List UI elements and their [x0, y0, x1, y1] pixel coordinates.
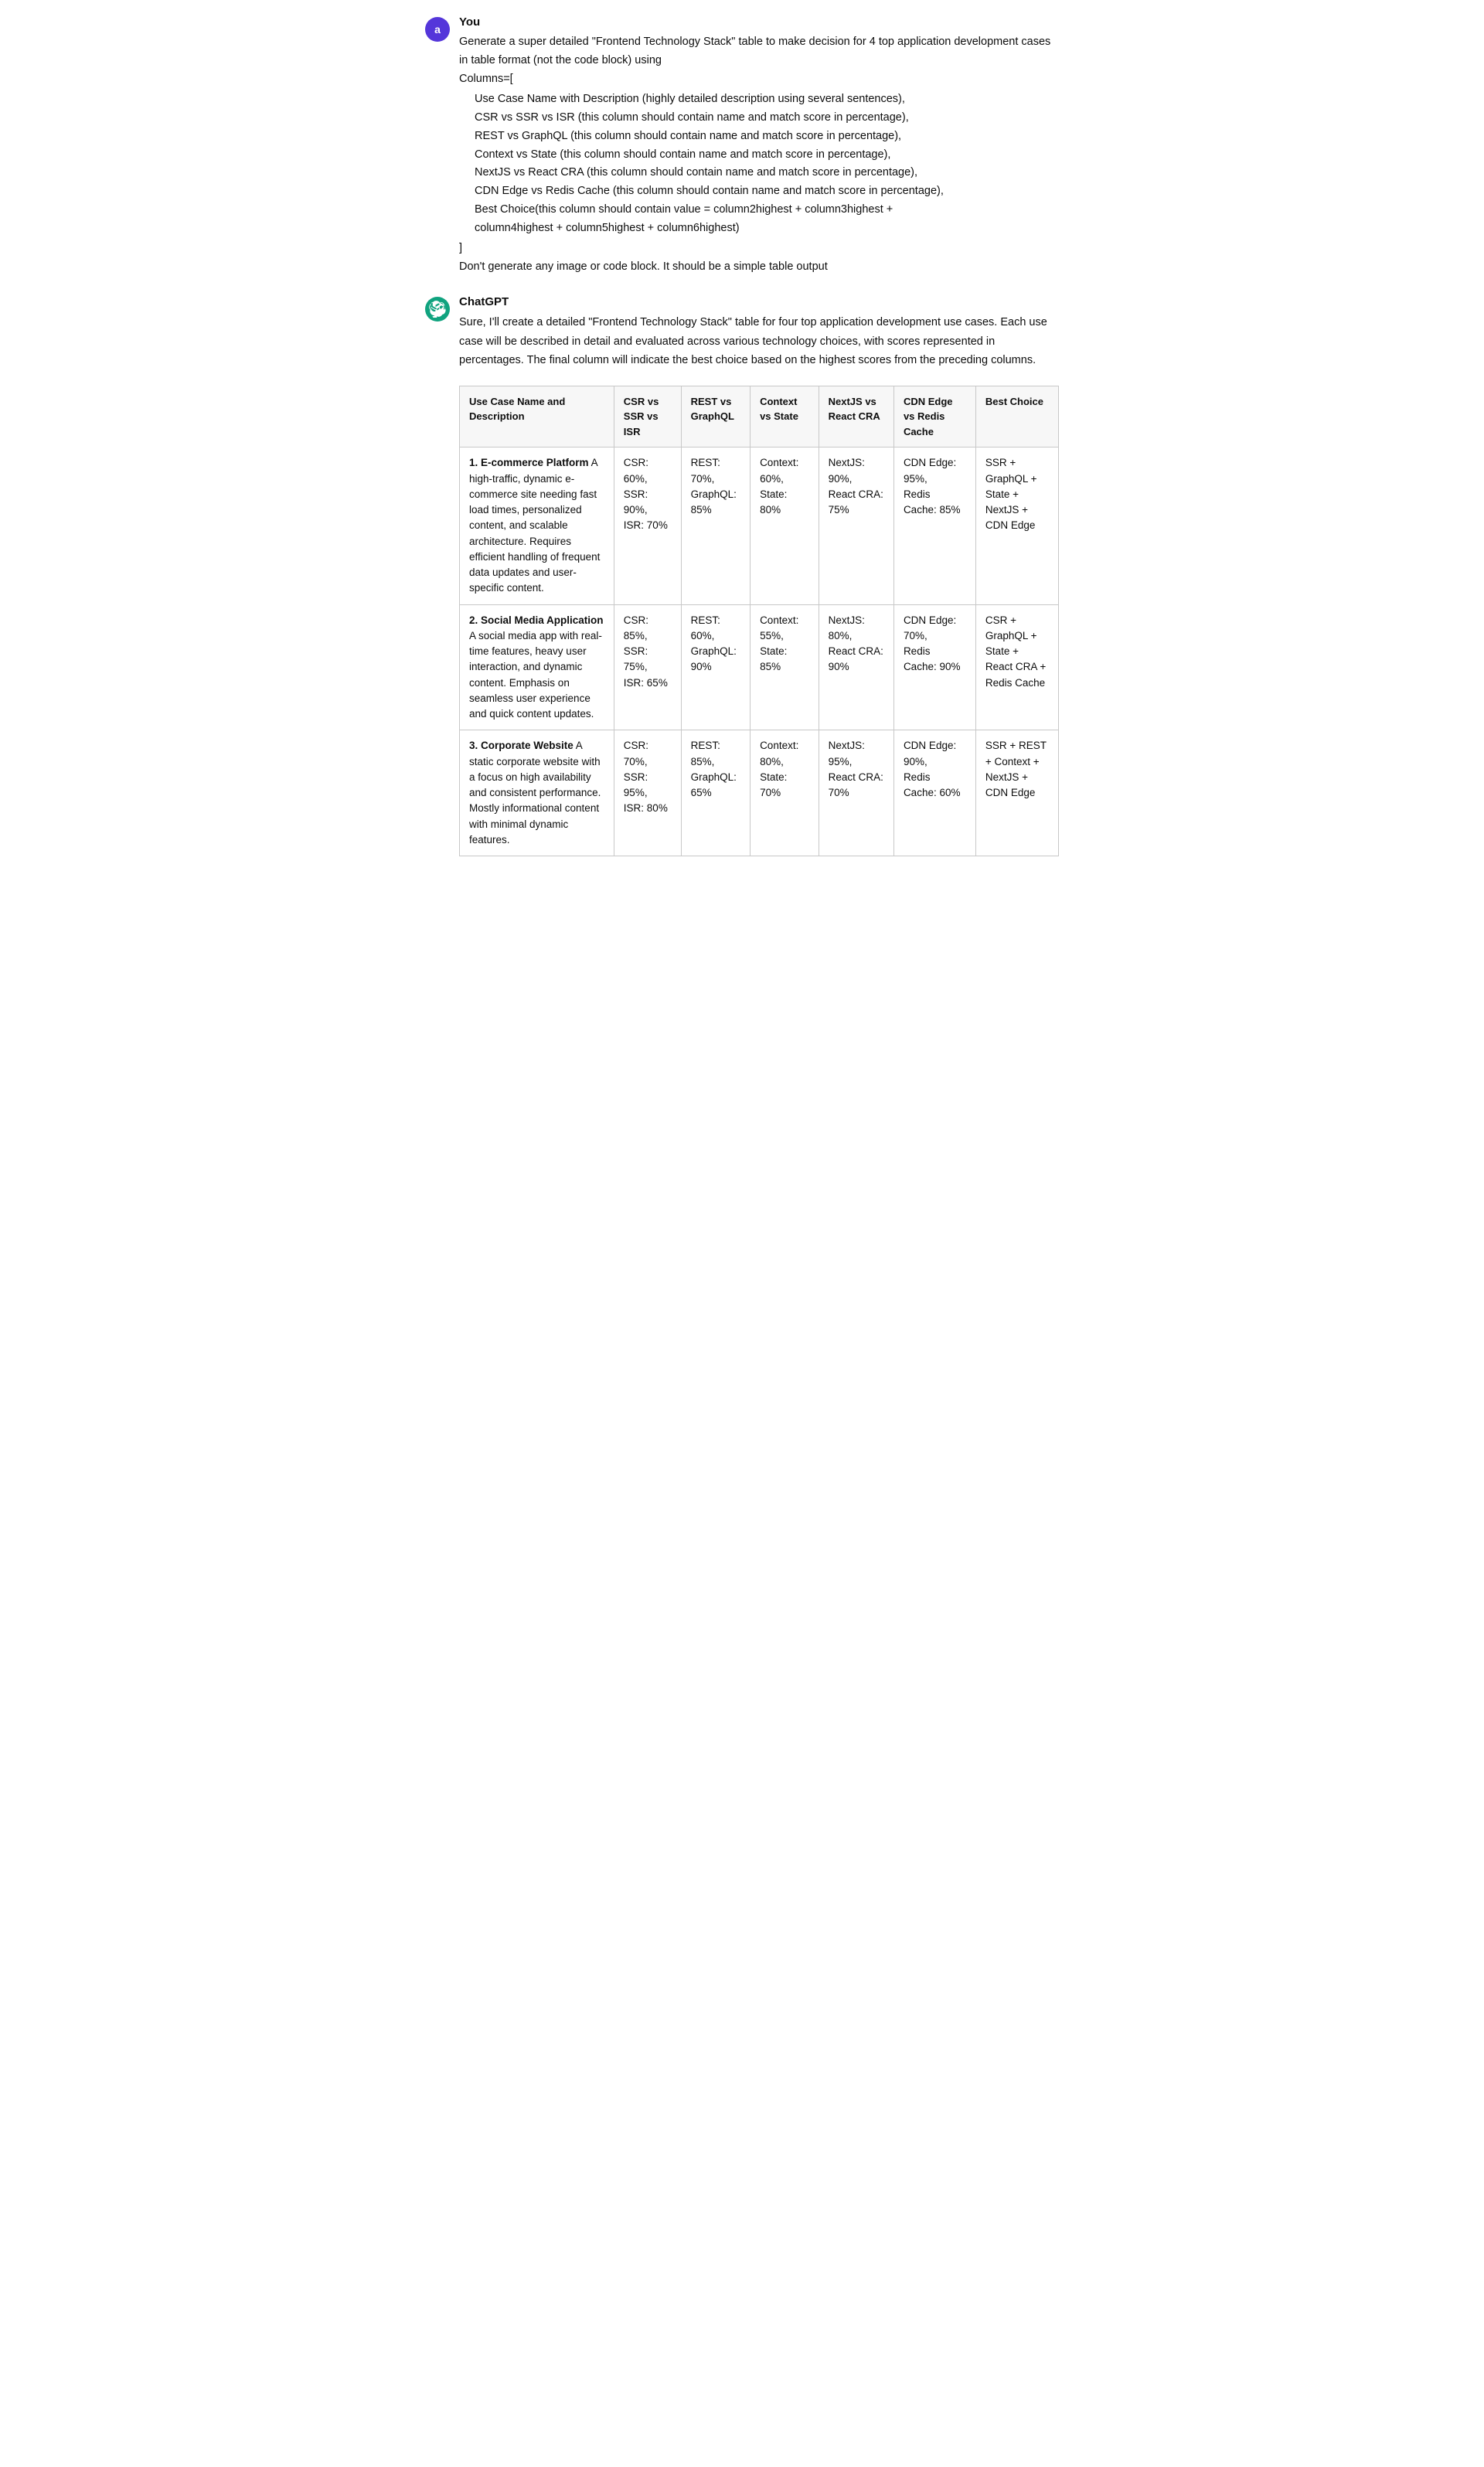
td-social-rest: REST: 60%,GraphQL: 90% — [681, 604, 750, 730]
col-item-6: CDN Edge vs Redis Cache (this column sho… — [475, 182, 1059, 201]
td-corporate-bold: 3. Corporate Website — [469, 740, 574, 751]
td-social-context: Context: 55%,State: 85% — [751, 604, 819, 730]
td-social-nextjs: NextJS: 80%,React CRA: 90% — [819, 604, 893, 730]
td-ecommerce-cdn: CDN Edge: 95%,Redis Cache: 85% — [893, 447, 975, 604]
tech-stack-table: Use Case Name and Description CSR vs SSR… — [459, 386, 1059, 856]
col-item-5: NextJS vs React CRA (this column should … — [475, 164, 1059, 182]
user-text: Generate a super detailed "Frontend Tech… — [459, 33, 1059, 277]
col-item-7: Best Choice(this column should contain v… — [475, 201, 1059, 219]
assistant-message: ChatGPT Sure, I'll create a detailed "Fr… — [425, 295, 1059, 856]
td-social-csr: CSR: 85%,SSR: 75%,ISR: 65% — [614, 604, 681, 730]
td-ecommerce-csr: CSR: 60%,SSR: 90%,ISR: 70% — [614, 447, 681, 604]
td-corporate-cdn: CDN Edge: 90%,Redis Cache: 60% — [893, 730, 975, 856]
table-row-ecommerce: 1. E-commerce Platform A high-traffic, d… — [460, 447, 1059, 604]
col-item-4: Context vs State (this column should con… — [475, 146, 1059, 165]
footer-note: Don't generate any image or code block. … — [459, 258, 1059, 277]
table-row-corporate: 3. Corporate Website A static corporate … — [460, 730, 1059, 856]
conversation-container: a You Generate a super detailed "Fronten… — [425, 15, 1059, 856]
td-social-best: CSR + GraphQL + State + React CRA + Redi… — [975, 604, 1058, 730]
td-social-usecase: 2. Social Media Application A social med… — [460, 604, 614, 730]
td-corporate-context: Context: 80%,State: 70% — [751, 730, 819, 856]
td-social-cdn: CDN Edge: 70%,Redis Cache: 90% — [893, 604, 975, 730]
user-content: You Generate a super detailed "Frontend … — [459, 15, 1059, 277]
td-ecommerce-nextjs: NextJS: 90%,React CRA: 75% — [819, 447, 893, 604]
col-item-1: Use Case Name with Description (highly d… — [475, 90, 1059, 109]
td-ecommerce-rest: REST: 70%,GraphQL: 85% — [681, 447, 750, 604]
th-rest-graphql: REST vs GraphQL — [681, 386, 750, 447]
td-corporate-nextjs: NextJS: 95%,React CRA: 70% — [819, 730, 893, 856]
th-best-choice: Best Choice — [975, 386, 1058, 447]
td-ecommerce-bold: 1. E-commerce Platform — [469, 457, 589, 468]
col-item-2: CSR vs SSR vs ISR (this column should co… — [475, 109, 1059, 128]
closing-bracket: ] — [459, 240, 1059, 258]
prompt-line-1: Generate a super detailed "Frontend Tech… — [459, 36, 1050, 66]
td-corporate-best: SSR + REST + Context + NextJS + CDN Edge — [975, 730, 1058, 856]
td-corporate-csr: CSR: 70%,SSR: 95%,ISR: 80% — [614, 730, 681, 856]
td-ecommerce-usecase: 1. E-commerce Platform A high-traffic, d… — [460, 447, 614, 604]
assistant-content: ChatGPT Sure, I'll create a detailed "Fr… — [459, 295, 1059, 856]
user-name: You — [459, 15, 1059, 29]
td-corporate-usecase: 3. Corporate Website A static corporate … — [460, 730, 614, 856]
th-csr-ssr-isr: CSR vs SSR vs ISR — [614, 386, 681, 447]
assistant-avatar — [425, 297, 450, 322]
th-cdn-redis: CDN Edge vs Redis Cache — [893, 386, 975, 447]
assistant-intro: Sure, I'll create a detailed "Frontend T… — [459, 313, 1059, 370]
prompt-columns-label: Columns=[ — [459, 73, 513, 85]
th-nextjs-react: NextJS vs React CRA — [819, 386, 893, 447]
td-corporate-rest: REST: 85%,GraphQL: 65% — [681, 730, 750, 856]
user-avatar: a — [425, 17, 450, 42]
user-message: a You Generate a super detailed "Fronten… — [425, 15, 1059, 277]
td-ecommerce-best: SSR + GraphQL + State + NextJS + CDN Edg… — [975, 447, 1058, 604]
assistant-name: ChatGPT — [459, 295, 1059, 308]
table-row-social-media: 2. Social Media Application A social med… — [460, 604, 1059, 730]
td-social-bold: 2. Social Media Application — [469, 614, 604, 626]
td-ecommerce-context: Context: 60%,State: 80% — [751, 447, 819, 604]
col-item-8: column4highest + column5highest + column… — [475, 219, 1059, 238]
table-header-row: Use Case Name and Description CSR vs SSR… — [460, 386, 1059, 447]
th-use-case: Use Case Name and Description — [460, 386, 614, 447]
th-context-state: Context vs State — [751, 386, 819, 447]
columns-list: Use Case Name with Description (highly d… — [475, 90, 1059, 238]
col-item-3: REST vs GraphQL (this column should cont… — [475, 128, 1059, 146]
